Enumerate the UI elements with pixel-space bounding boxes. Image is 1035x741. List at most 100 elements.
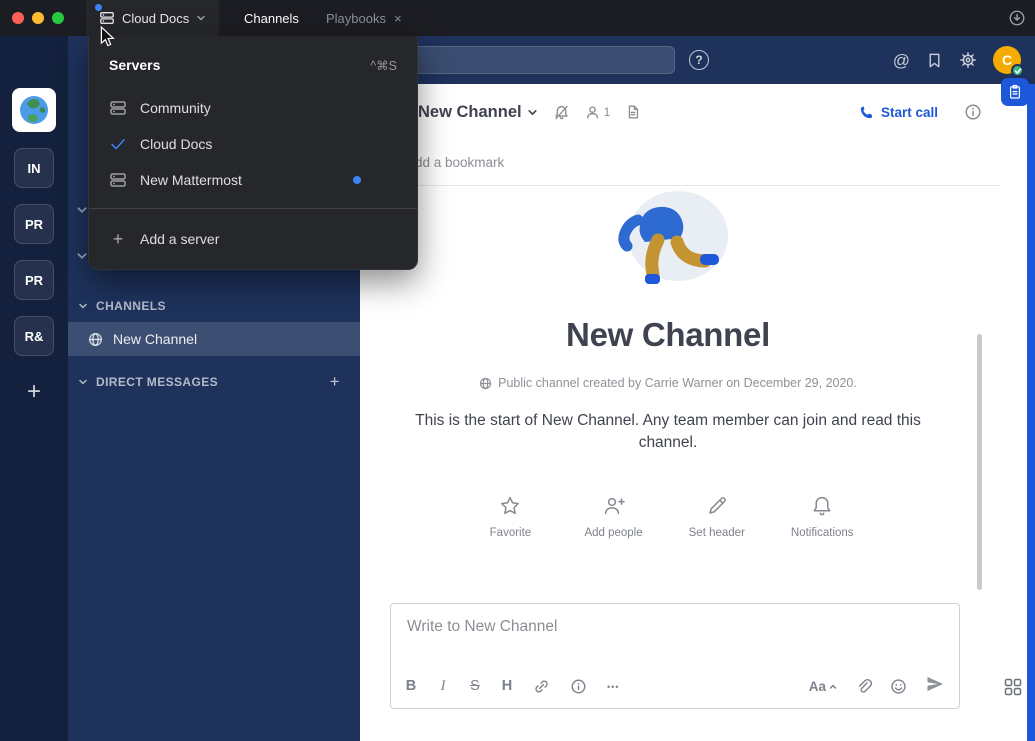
add-bookmark-label: Add a bookmark bbox=[406, 155, 504, 170]
add-team-button[interactable]: + bbox=[14, 372, 54, 412]
close-icon[interactable]: × bbox=[394, 12, 402, 25]
server-menu-header: Servers ^⌘S bbox=[89, 48, 417, 82]
start-call-button[interactable]: Start call bbox=[851, 99, 946, 126]
titlebar: Cloud Docs Channels Playbooks × bbox=[0, 0, 1035, 36]
question-mark-icon: ? bbox=[695, 53, 702, 67]
clipboard-icon bbox=[1007, 84, 1023, 100]
team-tile-pr-2[interactable]: PR bbox=[14, 260, 54, 300]
channel-files-button[interactable] bbox=[625, 104, 641, 120]
send-icon bbox=[925, 674, 945, 694]
action-label: Set header bbox=[689, 527, 745, 539]
menu-item-label: New Mattermost bbox=[140, 172, 242, 188]
info-circle-button[interactable] bbox=[570, 678, 587, 695]
attach-file-button[interactable] bbox=[855, 678, 872, 695]
info-circle-icon bbox=[570, 678, 587, 695]
server-menu-title: Servers bbox=[109, 57, 160, 73]
channel-header: New Channel 1 Start call bbox=[360, 84, 1000, 140]
link-button[interactable] bbox=[533, 678, 550, 695]
team-avatar-active[interactable] bbox=[12, 88, 56, 132]
mentions-button[interactable]: @ bbox=[893, 52, 910, 69]
app-bar-toggle-button[interactable] bbox=[1002, 676, 1024, 698]
server-menu: Servers ^⌘S Community Cloud Docs New Mat… bbox=[88, 36, 418, 270]
globe-icon bbox=[479, 377, 492, 390]
channel-header-left: New Channel 1 bbox=[418, 103, 641, 122]
action-label: Notifications bbox=[791, 527, 854, 539]
online-status-badge bbox=[1011, 64, 1024, 77]
notifications-button[interactable]: Notifications bbox=[791, 494, 854, 539]
emoji-button[interactable] bbox=[890, 678, 907, 695]
settings-button[interactable] bbox=[959, 51, 977, 69]
smiley-icon bbox=[890, 678, 907, 695]
team-tile-r[interactable]: R& bbox=[14, 316, 54, 356]
more-formatting-button[interactable]: ••• bbox=[607, 682, 619, 692]
saved-posts-button[interactable] bbox=[926, 52, 943, 69]
person-plus-icon bbox=[602, 494, 626, 518]
team-sidebar: IN PR PR R& + bbox=[0, 36, 68, 741]
start-call-label: Start call bbox=[881, 105, 938, 120]
person-icon bbox=[585, 105, 600, 120]
minimize-window-button[interactable] bbox=[32, 12, 44, 24]
message-input[interactable]: Write to New Channel bbox=[391, 604, 959, 650]
menu-item-label: Community bbox=[140, 100, 211, 116]
team-initials: PR bbox=[25, 217, 43, 232]
tab-channels[interactable]: Channels bbox=[234, 0, 309, 36]
check-icon bbox=[1014, 67, 1022, 75]
server-tab-label: Cloud Docs bbox=[122, 11, 189, 26]
header-actions: @ C bbox=[893, 36, 1021, 84]
action-label: Favorite bbox=[490, 527, 532, 539]
chevron-down-icon bbox=[196, 13, 206, 23]
app-rail-accent-strip bbox=[1027, 84, 1035, 741]
sidebar-item-new-channel[interactable]: New Channel bbox=[68, 322, 360, 356]
gear-icon bbox=[959, 51, 977, 69]
download-update-button[interactable] bbox=[1007, 8, 1027, 28]
file-icon bbox=[625, 104, 641, 120]
zoom-window-button[interactable] bbox=[52, 12, 64, 24]
menu-item-cloud-docs[interactable]: Cloud Docs bbox=[89, 126, 417, 162]
bookmark-icon bbox=[926, 52, 943, 69]
tab-playbooks[interactable]: Playbooks × bbox=[316, 0, 412, 36]
favorite-button[interactable]: Favorite bbox=[482, 494, 538, 539]
playbooks-rail-button[interactable] bbox=[1001, 78, 1029, 106]
add-server-button[interactable]: + Add a server bbox=[89, 219, 417, 259]
channel-intro: New Channel Public channel created by Ca… bbox=[360, 186, 976, 539]
chevron-up-icon bbox=[829, 683, 837, 691]
add-people-button[interactable]: Add people bbox=[584, 494, 642, 539]
menu-item-community[interactable]: Community bbox=[89, 90, 417, 126]
plus-icon: + bbox=[27, 378, 41, 406]
channel-menu-button[interactable]: New Channel bbox=[418, 103, 538, 122]
collapsed-category-chevron-icon[interactable] bbox=[76, 250, 88, 262]
menu-item-new-mattermost[interactable]: New Mattermost bbox=[89, 162, 417, 198]
tab-label: Playbooks bbox=[326, 11, 386, 26]
composer-actions: Aa bbox=[809, 674, 945, 699]
close-window-button[interactable] bbox=[12, 12, 24, 24]
main-content: New Channel 1 Start call bbox=[360, 84, 1000, 741]
team-tile-pr-1[interactable]: PR bbox=[14, 204, 54, 244]
strikethrough-button[interactable]: S bbox=[469, 679, 481, 694]
help-button[interactable]: ? bbox=[689, 50, 709, 70]
category-direct-messages[interactable]: DIRECT MESSAGES + bbox=[68, 372, 360, 392]
link-icon bbox=[533, 678, 550, 695]
heading-button[interactable]: H bbox=[501, 679, 513, 694]
bookmark-bar[interactable]: + Add a bookmark bbox=[360, 140, 1000, 186]
bell-slash-icon bbox=[553, 104, 570, 121]
mute-notifications-button[interactable] bbox=[553, 104, 570, 121]
bold-button[interactable]: B bbox=[405, 679, 417, 694]
globe-avatar-icon bbox=[17, 93, 51, 127]
channel-intro-illustration bbox=[588, 188, 748, 292]
collapsed-category-chevron-icon[interactable] bbox=[76, 204, 88, 216]
send-button[interactable] bbox=[925, 674, 945, 699]
italic-button[interactable]: I bbox=[437, 679, 449, 694]
member-count: 1 bbox=[604, 105, 611, 119]
category-channels[interactable]: CHANNELS bbox=[68, 296, 360, 316]
members-button[interactable]: 1 bbox=[585, 105, 611, 120]
set-header-button[interactable]: Set header bbox=[689, 494, 745, 539]
scrollbar[interactable] bbox=[977, 334, 982, 590]
user-avatar[interactable]: C bbox=[993, 46, 1021, 74]
server-stack-icon bbox=[99, 10, 115, 26]
channel-info-button[interactable] bbox=[964, 103, 982, 121]
format-buttons: B I S H ••• bbox=[405, 678, 619, 695]
hide-formatting-button[interactable]: Aa bbox=[809, 679, 837, 694]
add-direct-message-button[interactable]: + bbox=[330, 372, 340, 392]
download-icon bbox=[1008, 9, 1026, 27]
team-tile-in[interactable]: IN bbox=[14, 148, 54, 188]
